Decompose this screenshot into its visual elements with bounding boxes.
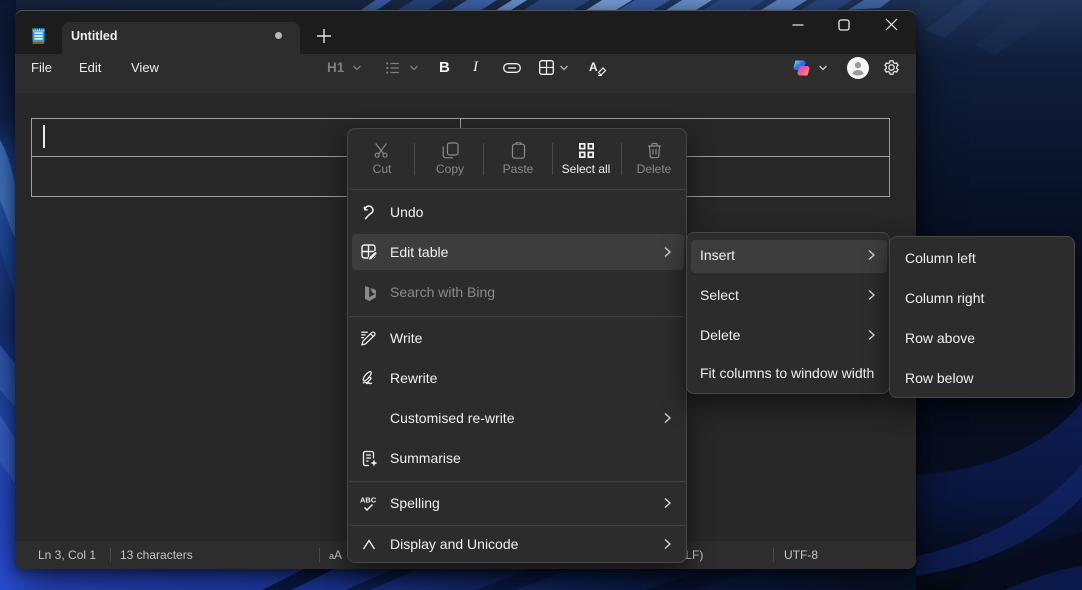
svg-text:A: A bbox=[589, 60, 598, 74]
svg-text:ABC: ABC bbox=[360, 496, 377, 505]
